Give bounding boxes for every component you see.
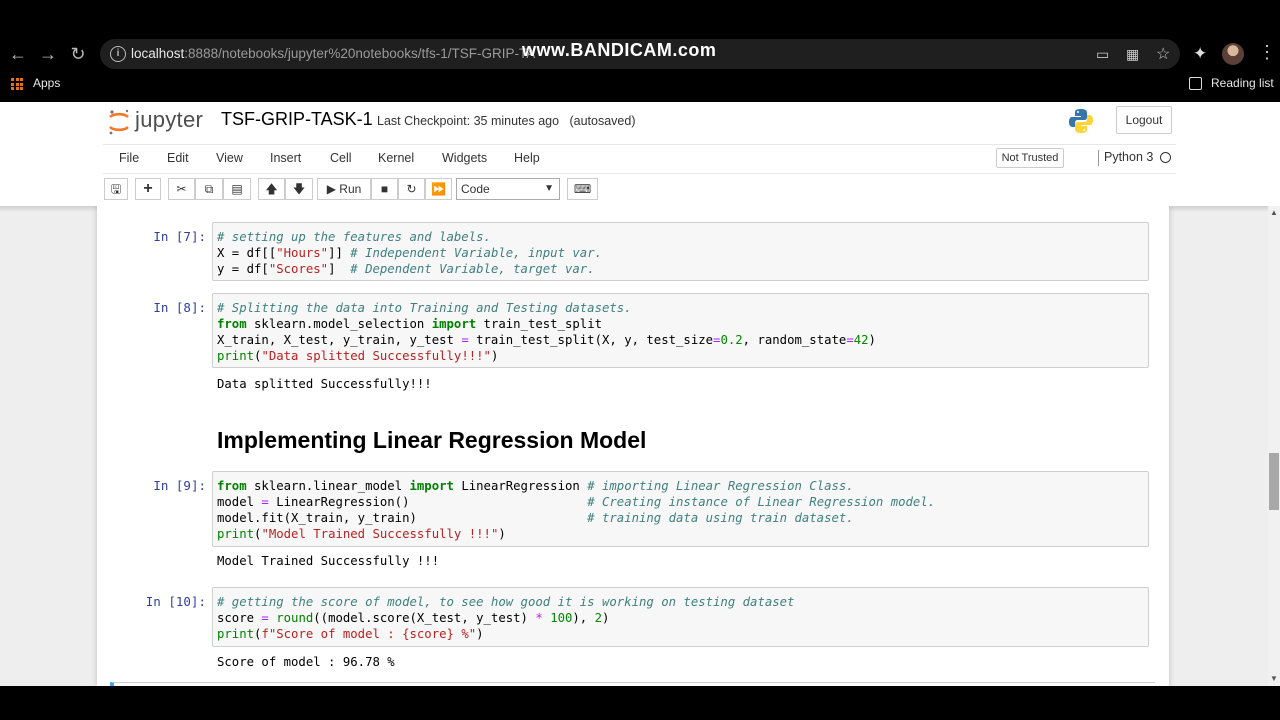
menubar: File Edit View Insert Cell Kernel Widget… <box>0 144 1280 174</box>
insert-cell-icon[interactable]: + <box>135 178 161 200</box>
paste-icon[interactable]: ▤ <box>223 178 251 200</box>
menu-insert[interactable]: Insert <box>270 151 301 165</box>
code-line: model = LinearRegression() # Creating in… <box>217 495 936 509</box>
url-host: localhost <box>131 46 185 61</box>
scroll-up-icon[interactable]: ▲ <box>1270 208 1278 217</box>
menu-widgets[interactable]: Widgets <box>442 151 487 165</box>
restart-icon[interactable]: ↻ <box>398 178 425 200</box>
cell-prompt: In [10]: <box>145 594 206 609</box>
code-line: X = df[["Hours"]] # Independent Variable… <box>217 246 602 260</box>
code-cell[interactable]: # getting the score of model, to see how… <box>212 587 1149 647</box>
restart-run-all-icon[interactable]: ⏩ <box>425 178 452 200</box>
code-line: # getting the score of model, to see how… <box>217 595 795 609</box>
jupyter-header: jupyter TSF-GRIP-TASK-1 Last Checkpoint:… <box>0 102 1280 144</box>
url-path: :8888/notebooks/jupyter%20notebooks/tfs-… <box>184 46 536 61</box>
forward-arrow-icon[interactable]: → <box>36 42 60 66</box>
url-text[interactable]: localhost:8888/notebooks/jupyter%20noteb… <box>131 46 535 61</box>
reload-icon[interactable]: ↻ <box>66 42 90 66</box>
cut-icon[interactable]: ✂ <box>168 178 195 200</box>
copy-icon[interactable]: ⧉ <box>195 178 223 200</box>
jupyter-logo-text[interactable]: jupyter <box>135 107 203 133</box>
cell-prompt: In [8]: <box>153 300 206 315</box>
menu-file[interactable]: File <box>119 151 139 165</box>
jupyter-logo-icon[interactable] <box>107 108 131 136</box>
code-line: score = round((model.score(X_test, y_tes… <box>217 611 610 625</box>
command-palette-icon[interactable]: ⌨ <box>567 178 598 200</box>
screen: ← → ↻ i localhost:8888/notebooks/jupyter… <box>0 0 1280 720</box>
menu-kebab-icon[interactable]: ⋮ <box>1258 42 1276 63</box>
code-line: y = df["Scores"] # Dependent Variable, t… <box>217 262 595 276</box>
cell-output: Data splitted Successfully!!! <box>217 377 432 391</box>
code-cell[interactable]: # Splitting the data into Training and T… <box>212 293 1149 368</box>
run-label: Run <box>339 182 362 196</box>
cell-prompt: In [7]: <box>153 229 206 244</box>
selected-cell-edge[interactable] <box>110 682 1155 686</box>
apps-grid-icon[interactable] <box>11 78 23 90</box>
python-logo-icon <box>1069 109 1093 133</box>
menu-help[interactable]: Help <box>514 151 540 165</box>
autosave-status: (autosaved) <box>569 114 636 128</box>
menu-cell[interactable]: Cell <box>330 151 352 165</box>
logout-button[interactable]: Logout <box>1116 106 1172 134</box>
cell-type-value: Code <box>461 182 490 196</box>
toolbar: 🖫 + ✂ ⧉ ▤ 🡅 🡇 ▶ Run ■ ↻ ⏩ Code ▼ ⌨ <box>0 174 1280 206</box>
save-icon[interactable]: 🖫 <box>104 178 128 200</box>
cell-prompt: In [9]: <box>153 478 206 493</box>
scroll-down-icon[interactable]: ▼ <box>1270 674 1278 683</box>
run-button[interactable]: ▶ Run <box>317 178 371 200</box>
profile-avatar[interactable] <box>1222 43 1244 65</box>
kernel-divider <box>1098 150 1099 166</box>
checkpoint-status: Last Checkpoint: 35 minutes ago (autosav… <box>377 114 636 128</box>
trust-button[interactable]: Not Trusted <box>996 148 1064 168</box>
interrupt-icon[interactable]: ■ <box>371 178 398 200</box>
bandicam-watermark: www.BANDICAM.com <box>522 40 717 60</box>
menu-edit[interactable]: Edit <box>167 151 189 165</box>
code-line: # Splitting the data into Training and T… <box>217 301 632 315</box>
bookmark-apps[interactable]: Apps <box>33 76 60 90</box>
reading-list-button[interactable]: Reading list <box>1211 76 1274 90</box>
browser-chrome: ← → ↻ i localhost:8888/notebooks/jupyter… <box>0 0 1280 102</box>
site-info-icon[interactable]: i <box>110 46 126 62</box>
menu-view[interactable]: View <box>216 151 243 165</box>
move-up-icon[interactable]: 🡅 <box>258 178 285 200</box>
run-icon: ▶ <box>326 182 336 196</box>
kernel-idle-icon <box>1160 152 1171 163</box>
code-line: print(f"Score of model : {score} %") <box>217 627 484 641</box>
scrollbar-thumb[interactable] <box>1269 453 1279 510</box>
markdown-heading[interactable]: Implementing Linear Regression Model <box>217 427 646 454</box>
code-line: from sklearn.model_selection import trai… <box>217 317 602 331</box>
code-line: print("Data splitted Successfully!!!") <box>217 349 499 363</box>
bookmark-star-icon[interactable]: ☆ <box>1156 44 1170 64</box>
chevron-down-icon: ▼ <box>544 183 554 194</box>
notebook-name[interactable]: TSF-GRIP-TASK-1 <box>221 109 373 130</box>
cell-type-select[interactable]: Code ▼ <box>456 178 560 200</box>
move-down-icon[interactable]: 🡇 <box>285 178 313 200</box>
extensions-puzzle-icon[interactable]: ✦ <box>1193 44 1207 64</box>
code-cell[interactable]: # setting up the features and labels. X … <box>212 222 1149 281</box>
code-line: model.fit(X_train, y_train) # training d… <box>217 511 854 525</box>
code-line: # setting up the features and labels. <box>217 230 491 244</box>
cell-output: Model Trained Successfully !!! <box>217 554 440 568</box>
code-line: from sklearn.linear_model import LinearR… <box>217 479 854 493</box>
kernel-name: Python 3 <box>1104 150 1154 164</box>
checkpoint-text: Last Checkpoint: 35 minutes ago <box>377 114 560 128</box>
page-scrollbar[interactable]: ▲ ▼ <box>1268 206 1280 686</box>
menu-kernel[interactable]: Kernel <box>378 151 414 165</box>
code-line: X_train, X_test, y_train, y_test = train… <box>217 333 876 347</box>
reading-list-icon[interactable] <box>1189 77 1202 90</box>
code-cell[interactable]: from sklearn.linear_model import LinearR… <box>212 471 1149 547</box>
back-arrow-icon[interactable]: ← <box>6 42 30 66</box>
qr-code-icon[interactable]: ▦ <box>1126 46 1139 63</box>
cast-icon[interactable]: ▭ <box>1096 46 1109 63</box>
cell-output: Score of model : 96.78 % <box>217 655 395 669</box>
code-line: print("Model Trained Successfully !!!") <box>217 527 506 541</box>
